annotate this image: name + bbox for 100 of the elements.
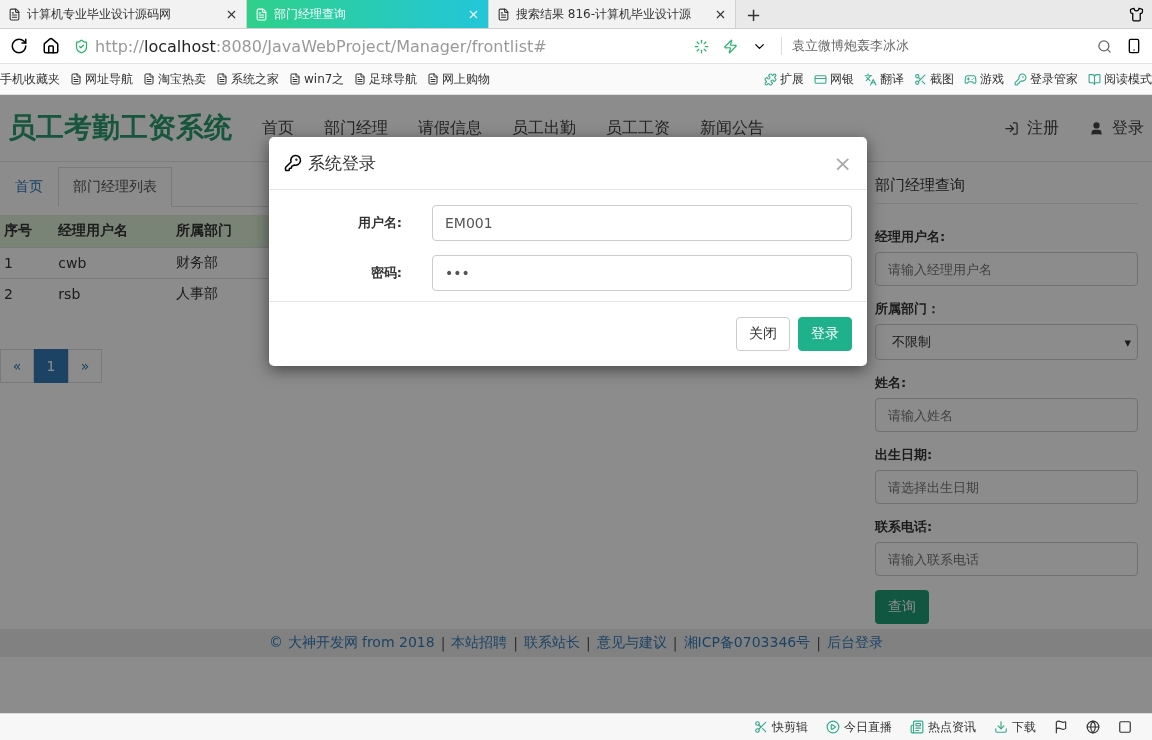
panel-title: 部门经理查询 (875, 176, 1138, 204)
input-field[interactable]: ••• (432, 255, 852, 291)
bookmark[interactable]: 系统之家 (216, 70, 279, 88)
toolbar-item[interactable]: 截图 (914, 70, 954, 88)
toolbar-item[interactable]: 游戏 (964, 70, 1004, 88)
input-field[interactable]: 请输入联系电话 (875, 542, 1138, 576)
caret-icon: ▾ (1124, 334, 1131, 350)
input-field[interactable]: 请输入经理用户名 (875, 252, 1138, 286)
status-item[interactable]: 快剪辑 (754, 718, 808, 736)
user-icon (1089, 120, 1104, 136)
new-tab-button[interactable]: + (736, 0, 772, 28)
toolbar-item[interactable]: 网银 (814, 70, 854, 88)
separator: | (586, 635, 591, 651)
department-select[interactable]: 不限制 ▾ (875, 324, 1138, 360)
card-icon (814, 72, 827, 86)
page-icon (427, 73, 440, 85)
site-title: 员工考勤工资系统 (8, 110, 232, 146)
separator: | (440, 635, 446, 651)
toolbar-item[interactable]: 登录管家 (1014, 70, 1078, 88)
url-text: http://localhost:8080/JavaWebProject/Manager/frontlist# (95, 36, 547, 56)
loader-icon[interactable] (694, 38, 709, 54)
lightning-icon[interactable] (723, 38, 738, 54)
table-cell: 人事部 (172, 278, 269, 309)
flag-icon[interactable] (1054, 720, 1068, 734)
nav-link[interactable]: 部门经理 (324, 117, 388, 139)
bookmark[interactable]: 淘宝热卖 (143, 70, 206, 88)
separator: | (816, 635, 821, 651)
field-label: 用户名: (356, 214, 402, 232)
search-icon[interactable] (1097, 38, 1112, 54)
field-label: 所属部门： (875, 300, 941, 318)
newspaper-icon (910, 720, 924, 734)
reload-icon[interactable] (10, 37, 28, 55)
key-icon (284, 154, 302, 172)
column-header: 序号 (0, 215, 55, 248)
close-button[interactable]: 关闭 (736, 317, 790, 351)
page-icon (70, 73, 82, 85)
bookmark[interactable]: win7之 (289, 70, 345, 88)
nav-link[interactable]: 员工工资 (606, 117, 670, 139)
shirt-icon[interactable] (1129, 6, 1144, 22)
book-icon (1088, 72, 1101, 86)
nav-link[interactable]: 新闻公告 (700, 117, 764, 139)
nav-link[interactable]: 员工出勤 (512, 117, 576, 139)
shield-icon (74, 38, 89, 54)
translate-icon (864, 72, 877, 86)
table-cell: rsb (54, 278, 173, 309)
nav-link[interactable]: 首页 (262, 117, 294, 139)
table-cell: 财务部 (172, 247, 269, 279)
nav-link[interactable]: 请假信息 (418, 117, 482, 139)
search-field[interactable]: 袁立微博炮轰李冰冰 (781, 37, 1112, 55)
globe-icon[interactable] (1086, 720, 1100, 734)
login-link[interactable]: 登录 (1089, 117, 1144, 139)
home-icon[interactable] (42, 37, 60, 55)
scissors-icon (914, 72, 927, 86)
bookmark[interactable]: 手机收藏夹 (0, 70, 60, 88)
window-icon[interactable] (1118, 720, 1132, 734)
column-header: 所属部门 (172, 215, 269, 248)
field-label: 姓名: (875, 374, 908, 392)
field-label: 联系电话: (875, 518, 934, 536)
dialog-title: 系统登录 (308, 151, 377, 175)
page-tab[interactable]: 部门经理列表 (58, 167, 172, 207)
bookmark[interactable]: 网址导航 (70, 70, 133, 88)
bookmark[interactable]: 网上购物 (427, 70, 491, 88)
gamepad-icon (964, 72, 977, 86)
page-icon (216, 73, 228, 85)
status-item[interactable]: 下载 (994, 718, 1036, 736)
table-cell: 1 (0, 247, 55, 279)
phone-icon[interactable] (1126, 38, 1142, 54)
browser-tab[interactable]: 搜索结果 816-计算机毕业设计源 (489, 0, 736, 28)
scissors-icon (754, 720, 768, 734)
login-arrow-icon (1004, 120, 1019, 136)
separator: | (672, 635, 678, 651)
page-icon (143, 73, 155, 85)
download-icon (994, 720, 1008, 734)
page-icon (255, 7, 268, 21)
page-icon (354, 73, 367, 85)
toolbar-item[interactable]: 扩展 (764, 70, 804, 88)
separator: | (513, 635, 519, 651)
puzzle-icon (764, 72, 777, 86)
field-label: 出生日期: (875, 446, 934, 464)
column-header: 经理用户名 (54, 215, 173, 248)
address-field[interactable]: http://localhost:8080/JavaWebProject/Manager/frontlist# (74, 36, 680, 56)
status-item[interactable]: 今日直播 (826, 718, 892, 736)
page-icon (497, 7, 510, 21)
input-field[interactable]: 请选择出生日期 (875, 470, 1138, 504)
key-icon (1014, 72, 1027, 86)
status-item[interactable]: 热点资讯 (910, 718, 976, 736)
toolbar-item[interactable]: 翻译 (864, 70, 904, 88)
field-label: 经理用户名: (875, 228, 947, 246)
table-cell: 2 (0, 278, 55, 309)
register-link[interactable]: 注册 (1004, 117, 1059, 139)
input-field[interactable]: 请输入姓名 (875, 398, 1138, 432)
toolbar-item[interactable]: 阅读模式 (1088, 70, 1152, 88)
table-cell: cwb (54, 247, 173, 279)
play-icon (826, 720, 840, 734)
page-icon (289, 73, 301, 85)
browser-tab[interactable]: 计算机专业毕业设计源码网 (0, 0, 247, 28)
input-field[interactable]: EM001 (432, 205, 852, 241)
bookmark[interactable]: 足球导航 (354, 70, 418, 88)
field-label: 密码: (369, 264, 402, 282)
page-icon (8, 7, 21, 21)
